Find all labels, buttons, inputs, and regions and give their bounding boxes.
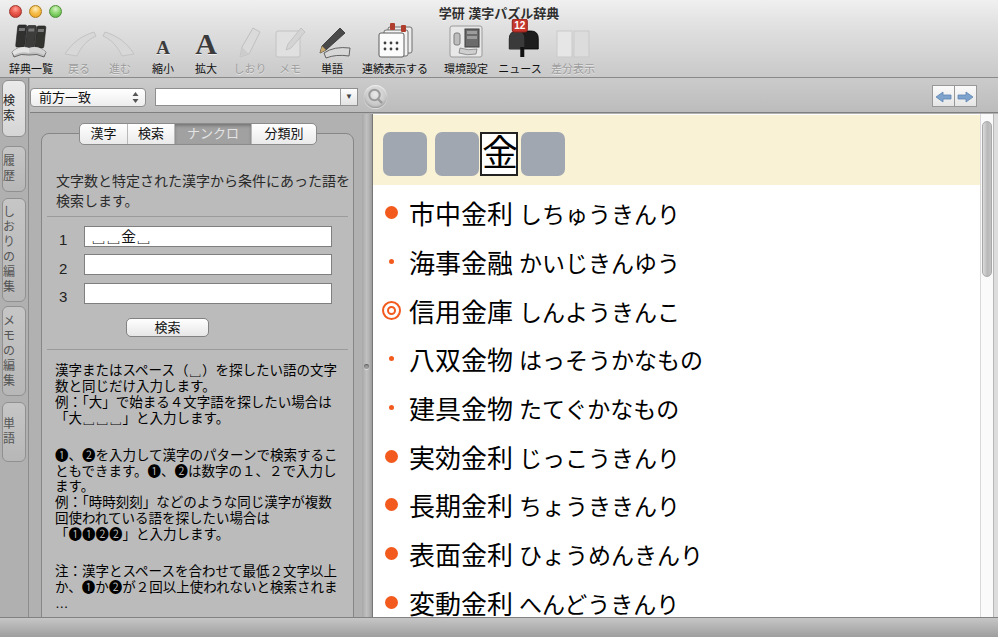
svg-text:12: 12 [514,20,526,31]
